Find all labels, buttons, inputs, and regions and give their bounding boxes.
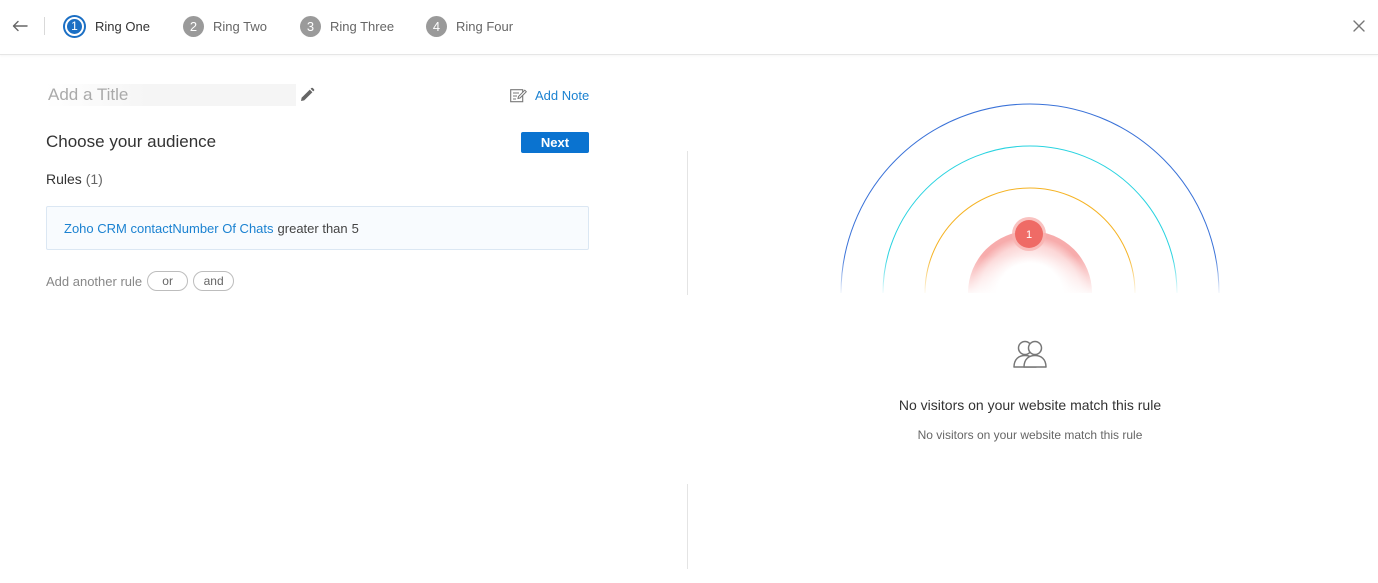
add-note-label: Add Note — [535, 87, 590, 103]
pencil-icon — [301, 87, 315, 101]
step-label: Ring Two — [213, 18, 267, 34]
edit-title-button[interactable] — [299, 87, 315, 103]
add-note-link[interactable]: Add Note — [510, 86, 589, 104]
top-bar: 1 Ring One 2 Ring Two 3 Ring Three 4 Rin… — [0, 0, 1378, 55]
title-field — [46, 84, 296, 106]
arrow-left-icon — [12, 20, 28, 32]
next-button[interactable]: Next — [521, 132, 589, 153]
rules-heading: Rules (1) — [46, 171, 103, 187]
rule-field: Zoho CRM contactNumber Of Chats — [64, 220, 274, 236]
close-button[interactable] — [1350, 17, 1368, 35]
ring-fade — [830, 96, 1230, 296]
audience-rings: 1 — [830, 96, 1230, 296]
and-button[interactable]: and — [193, 271, 235, 291]
back-button[interactable] — [10, 16, 30, 36]
close-icon — [1353, 20, 1365, 32]
rules-count: (1) — [85, 171, 103, 187]
step-ring-two[interactable]: 2 Ring Two — [183, 15, 267, 37]
step-label: Ring Three — [330, 18, 395, 34]
header-divider — [44, 17, 45, 35]
add-rule-label: Add another rule — [46, 273, 143, 289]
step-ring-one[interactable]: 1 Ring One — [65, 15, 150, 37]
step-label: Ring Four — [456, 18, 514, 34]
title-input[interactable] — [46, 84, 296, 106]
step-ring-four[interactable]: 4 Ring Four — [426, 15, 513, 37]
note-edit-icon — [510, 88, 527, 102]
step-number: 4 — [426, 15, 447, 37]
rule-item[interactable]: Zoho CRM contactNumber Of Chats greater … — [46, 206, 589, 250]
rule-value: 5 — [351, 220, 359, 236]
empty-state-subtitle: No visitors on your website match this r… — [917, 428, 1143, 442]
section-title: Choose your audience — [46, 132, 217, 151]
empty-state-title: No visitors on your website match this r… — [898, 397, 1162, 413]
step-number: 1 — [65, 16, 84, 36]
step-number: 3 — [300, 15, 321, 37]
rules-label: Rules — [46, 171, 82, 187]
active-ring-badge-label: 1 — [1026, 229, 1032, 241]
visitors-icon — [1013, 340, 1047, 368]
step-label: Ring One — [95, 18, 150, 34]
step-ring-three[interactable]: 3 Ring Three — [300, 15, 394, 37]
panel-divider — [687, 151, 688, 295]
or-button[interactable]: or — [147, 271, 189, 291]
step-number: 2 — [183, 15, 204, 37]
add-rule-row: Add another rule or and — [46, 271, 235, 291]
rule-operator: greater than — [277, 220, 348, 236]
panel-divider — [687, 484, 688, 569]
